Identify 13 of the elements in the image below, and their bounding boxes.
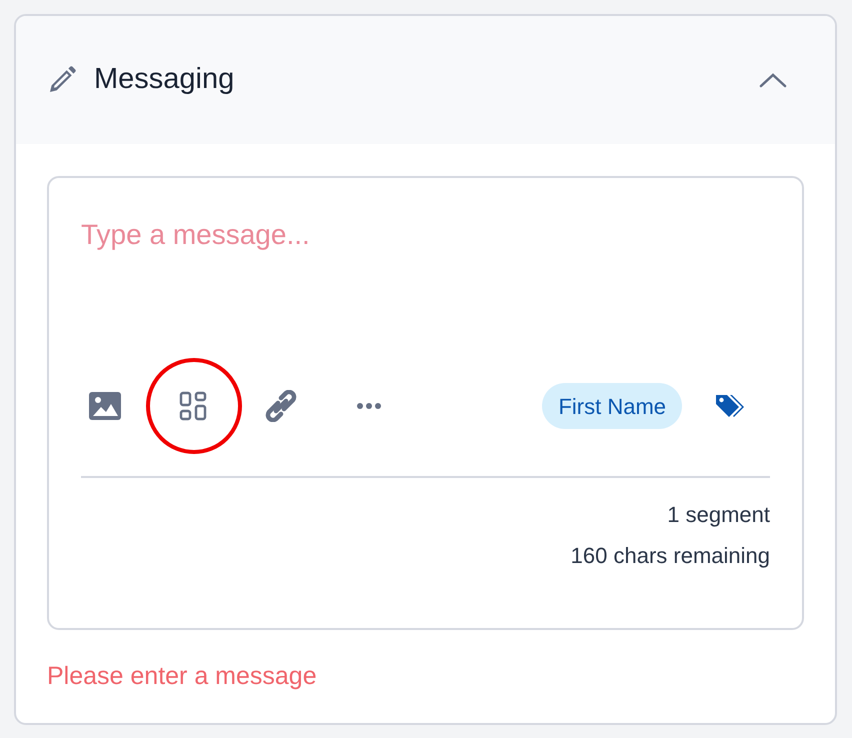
tags-icon[interactable] [714, 392, 746, 420]
chars-remaining: 160 chars remaining [570, 542, 770, 570]
message-composer[interactable]: Type a message... First Name 1 segment 160 chars remaining [47, 176, 804, 630]
merge-field-chip[interactable]: First Name [542, 383, 682, 429]
chevron-up-icon[interactable] [759, 72, 787, 88]
segment-count: 1 segment [667, 501, 770, 529]
image-icon [89, 392, 121, 420]
message-field[interactable]: Type a message... [81, 214, 770, 364]
more-icon [357, 402, 381, 410]
panel-title: Messaging [94, 62, 234, 98]
panel-header[interactable]: Messaging [16, 16, 835, 144]
error-message: Please enter a message [47, 661, 318, 692]
layout-grid-icon [179, 391, 207, 421]
